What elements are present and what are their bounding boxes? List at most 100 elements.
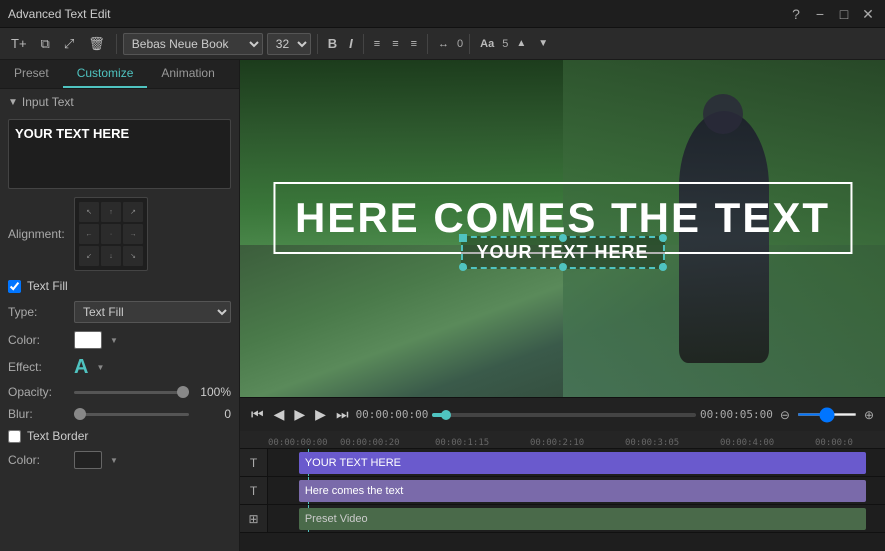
volume-down-button[interactable]: ⊖ [777,405,793,425]
value-b-display: 5 [502,38,508,50]
input-text-section-header[interactable]: ▼ Input Text [0,89,239,115]
increment-button[interactable]: ▲ [512,36,530,51]
border-color-arrow-icon[interactable]: ▼ [110,456,118,465]
track-clip-0[interactable]: YOUR TEXT HERE [299,452,867,474]
separator-4 [427,34,428,54]
close-button[interactable]: ✕ [859,5,877,23]
track-clip-2[interactable]: Preset Video [299,508,867,530]
type-row: Type: Text Fill [0,297,239,327]
align-top-right[interactable]: ↗ [123,202,143,222]
align-center-button[interactable]: ≡ [388,36,402,52]
tab-customize[interactable]: Customize [63,60,148,88]
font-family-select[interactable]: Bebas Neue Book [123,33,263,55]
separator-3 [363,34,364,54]
help-button[interactable]: ? [787,5,805,23]
separator-5 [469,34,470,54]
progress-dot [441,410,451,420]
align-mid-right[interactable]: → [123,224,143,244]
timeline: 00:00:00:00 00:00:00:20 00:00:1:15 00:00… [240,431,885,551]
blur-value: 0 [195,407,231,421]
window-controls: ? − □ ✕ [787,5,877,23]
main-layout: Preset Customize Animation ▼ Input Text … [0,60,885,551]
bold-button[interactable]: B [324,34,341,53]
opacity-slider[interactable] [74,391,189,394]
spacing-button[interactable]: ↔ [434,36,453,52]
title-bar: Advanced Text Edit ? − □ ✕ [0,0,885,28]
align-mid-center[interactable]: · [101,224,121,244]
border-color-row: Color: ▼ [0,447,239,473]
alignment-row: Alignment: ↖ ↑ ↗ ← · → ↙ ↓ ↘ [0,193,239,275]
effect-preview[interactable]: A [74,357,88,377]
input-text-display[interactable]: YOUR TEXT HERE [8,119,231,189]
delete-button[interactable]: 🗑 [83,33,110,55]
next-frame-button[interactable]: ▶ [312,403,329,426]
resize-button[interactable]: ⤢ [59,33,79,55]
text-border-checkbox[interactable] [8,430,21,443]
blur-row: Blur: 0 [0,403,239,425]
color-label: Color: [8,333,68,347]
left-panel: Preset Customize Animation ▼ Input Text … [0,60,240,551]
color-arrow-icon[interactable]: ▼ [110,336,118,345]
input-text-label: Input Text [22,95,74,109]
align-mid-left[interactable]: ← [79,224,99,244]
progress-bar[interactable] [432,413,696,417]
border-color-swatch[interactable] [74,451,102,469]
blur-slider[interactable] [74,413,189,416]
prev-frame-button[interactable]: ◀ [271,403,288,426]
align-bot-center[interactable]: ↓ [101,246,121,266]
text-border-label: Text Border [27,429,88,443]
track-clip-1[interactable]: Here comes the text [299,480,867,502]
ruler-mark-3: 00:00:2:10 [530,438,584,448]
minimize-button[interactable]: − [811,5,829,23]
color-swatch[interactable] [74,331,102,349]
value-a-display: 0 [457,38,463,50]
forward-button[interactable]: ⏭ [333,403,352,426]
effect-arrow-icon[interactable]: ▼ [96,363,104,372]
tab-preset[interactable]: Preset [0,60,63,88]
color-row: Color: ▼ [0,327,239,353]
track-content-2: Preset Video [268,505,885,532]
text-border-row: Text Border [0,425,239,447]
type-label: Type: [8,305,68,319]
maximize-button[interactable]: □ [835,5,853,23]
blur-slider-container [74,413,189,416]
opacity-label: Opacity: [8,385,68,399]
decrement-button[interactable]: ▼ [534,36,552,51]
type-select[interactable]: Text Fill [74,301,231,323]
playback-controls: ⏮ ◀ ▶ ▶ ⏭ 00:00:00:00 00:00:05:00 ⊖ ⊕ [240,397,885,431]
main-toolbar: T+ ⧉ ⤢ 🗑 Bebas Neue Book 32 B I ≡ ≡ ≡ ↔ … [0,28,885,60]
align-top-center[interactable]: ↑ [101,202,121,222]
opacity-slider-container [74,391,189,394]
volume-slider[interactable] [797,413,857,416]
align-top-left[interactable]: ↖ [79,202,99,222]
align-left-button[interactable]: ≡ [370,36,384,52]
italic-button[interactable]: I [345,34,357,53]
right-area: HERE COMES THE TEXT YOUR TEXT HERE [240,60,885,551]
effect-row: Effect: A ▼ [0,353,239,381]
align-bot-right[interactable]: ↘ [123,246,143,266]
add-text-button[interactable]: T+ [6,33,32,54]
alignment-label: Alignment: [8,227,68,241]
align-bot-left[interactable]: ↙ [79,246,99,266]
track-content-1: Here comes the text [268,477,885,504]
volume-up-button[interactable]: ⊕ [861,405,877,425]
text-fill-label: Text Fill [27,279,68,293]
rewind-button[interactable]: ⏮ [248,403,267,426]
arrow-icon: ▼ [8,97,18,108]
tabs-row: Preset Customize Animation [0,60,239,89]
ruler-mark-1: 00:00:00:20 [340,438,400,448]
align-right-button[interactable]: ≡ [407,36,421,52]
track-icon-0[interactable]: T [240,449,268,476]
aa-button[interactable]: Aa [476,36,498,52]
text-fill-checkbox[interactable] [8,280,21,293]
track-row-1: T Here comes the text [240,477,885,505]
ruler-mark-4: 00:00:3:05 [625,438,679,448]
tab-animation[interactable]: Animation [147,60,228,88]
track-icon-1[interactable]: T [240,477,268,504]
ruler-mark-0: 00:00:00:00 [268,438,328,448]
play-button[interactable]: ▶ [291,403,308,426]
track-icon-2[interactable]: ⊞ [240,505,268,532]
font-size-select[interactable]: 32 [267,33,311,55]
duplicate-button[interactable]: ⧉ [36,33,55,55]
preview-sub-text: YOUR TEXT HERE [460,236,664,269]
